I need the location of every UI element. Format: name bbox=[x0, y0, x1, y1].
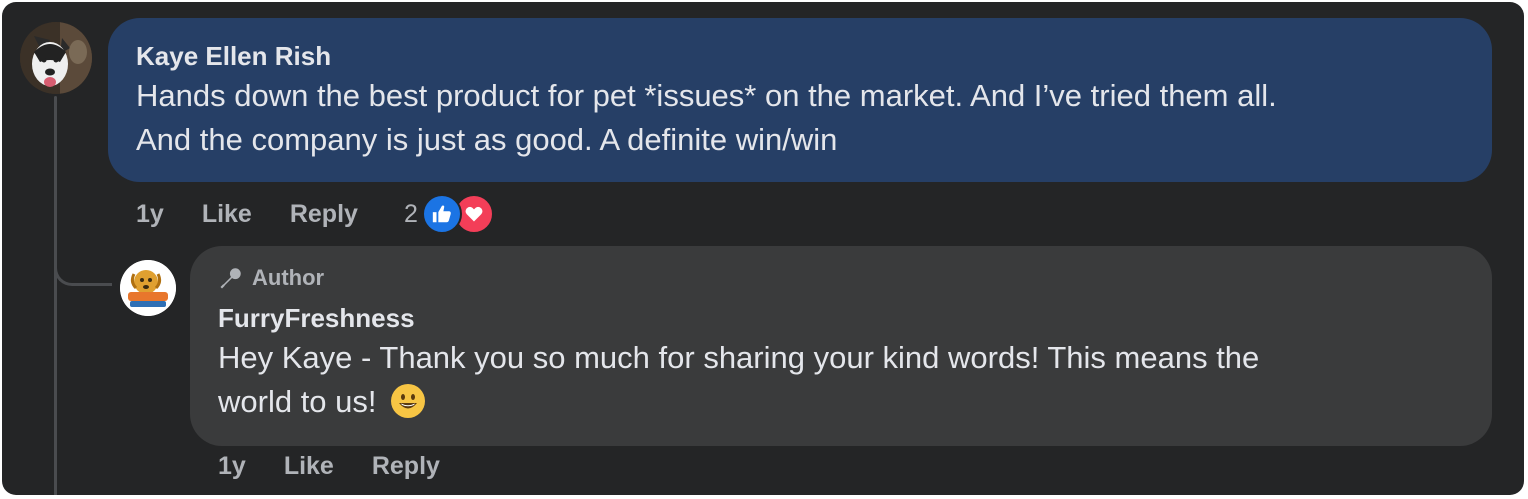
comment-actions: 1y Like Reply 2 bbox=[136, 194, 494, 234]
reply-button[interactable]: Reply bbox=[372, 452, 440, 481]
reactions-summary[interactable]: 2 bbox=[404, 194, 494, 234]
husky-avatar-icon bbox=[20, 22, 92, 94]
comment-timestamp[interactable]: 1y bbox=[136, 200, 164, 229]
reply-text: Hey Kaye - Thank you so much for sharing… bbox=[218, 336, 1464, 424]
like-button[interactable]: Like bbox=[284, 452, 334, 481]
microphone-icon bbox=[220, 268, 241, 289]
comment-bubble: Kaye Ellen Rish Hands down the best prod… bbox=[108, 18, 1492, 182]
reply-bubble: Author FurryFreshness Hey Kaye - Thank y… bbox=[190, 246, 1492, 446]
thread-connector bbox=[54, 242, 112, 286]
comment-author-name[interactable]: Kaye Ellen Rish bbox=[136, 40, 1464, 72]
author-badge: Author bbox=[218, 264, 1464, 292]
comment-text-line: Hands down the best product for pet *iss… bbox=[136, 78, 1277, 113]
avatar[interactable] bbox=[120, 260, 176, 316]
reply-text-line: Hey Kaye - Thank you so much for sharing… bbox=[218, 340, 1260, 375]
comment-text: Hands down the best product for pet *iss… bbox=[136, 74, 1464, 162]
comment-thread: Kaye Ellen Rish Hands down the best prod… bbox=[2, 2, 1524, 495]
grinning-face-icon bbox=[391, 383, 426, 418]
like-icon bbox=[421, 194, 462, 234]
reply-text-line: world to us! bbox=[218, 384, 377, 419]
reply-text-line-with-emoji: world to us! bbox=[218, 380, 1464, 424]
reply-timestamp[interactable]: 1y bbox=[218, 452, 246, 481]
reply-button[interactable]: Reply bbox=[290, 200, 358, 229]
reply-author-name[interactable]: FurryFreshness bbox=[218, 302, 1464, 334]
reply-actions: 1y Like Reply bbox=[218, 452, 478, 481]
author-badge-label: Author bbox=[252, 265, 325, 290]
comment-text-line: And the company is just as good. A defin… bbox=[136, 122, 838, 157]
like-button[interactable]: Like bbox=[202, 200, 252, 229]
reaction-count: 2 bbox=[403, 199, 418, 228]
avatar[interactable] bbox=[20, 22, 92, 94]
thread-line bbox=[54, 96, 57, 495]
furry-freshness-logo-icon bbox=[120, 260, 176, 316]
